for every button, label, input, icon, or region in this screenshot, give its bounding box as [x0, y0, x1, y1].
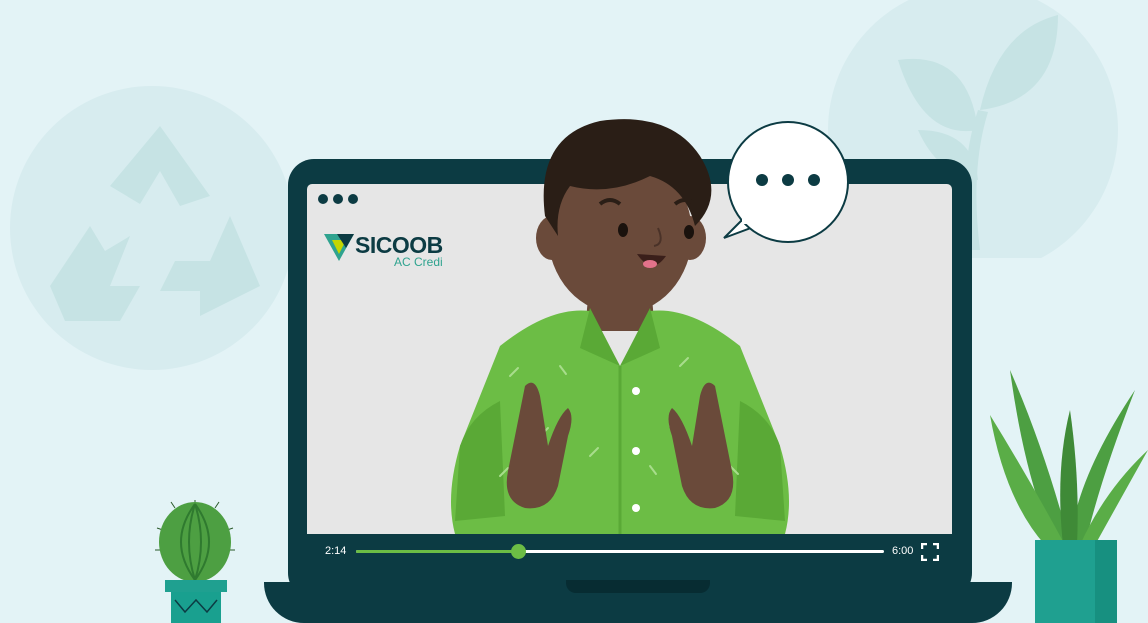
progress-handle[interactable]: [511, 544, 527, 559]
video-controls: 2:14 6:00: [307, 534, 952, 568]
window-dot-icon: [348, 194, 358, 204]
snake-plant-icon: [985, 370, 1148, 623]
speech-bubble: [722, 120, 852, 246]
window-dot-icon: [318, 194, 328, 204]
cactus-icon: [155, 500, 235, 623]
total-time: 6:00: [892, 545, 914, 557]
window-dot-icon: [333, 194, 343, 204]
progress-fill: [356, 550, 519, 553]
sicoob-logo-icon: [324, 234, 354, 261]
recycle-background-icon: [10, 86, 295, 371]
brand-subtitle: AC Credi: [394, 255, 443, 269]
fullscreen-icon[interactable]: [921, 543, 939, 561]
progress-bar[interactable]: [356, 544, 884, 559]
laptop-notch: [566, 580, 710, 593]
ellipsis-icon: [756, 174, 820, 186]
current-time: 2:14: [325, 545, 347, 557]
sicoob-logo: SICOOB AC Credi: [324, 232, 454, 272]
